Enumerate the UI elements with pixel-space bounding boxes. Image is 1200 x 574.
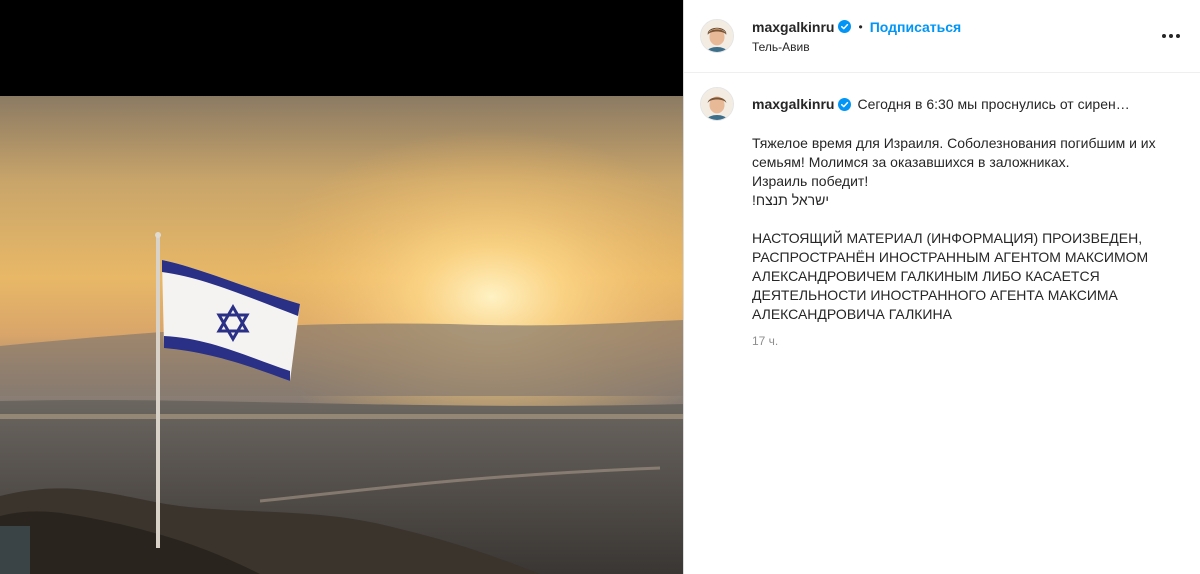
- caption-comment: maxgalkinru Сегодня в 6:30 мы проснулись…: [684, 73, 1200, 348]
- follow-button[interactable]: Подписаться: [870, 19, 962, 35]
- post-timestamp[interactable]: 17 ч.: [752, 334, 1162, 348]
- caption-intro: Сегодня в 6:30 мы проснулись от сирен…: [857, 96, 1130, 112]
- post-header: maxgalkinru • Подписаться Тель-Авив: [684, 0, 1200, 73]
- location-link[interactable]: Тель-Авив: [752, 40, 961, 54]
- verified-badge-icon: [838, 20, 852, 33]
- post-modal: maxgalkinru • Подписаться Тель-Авив maxg…: [0, 0, 1200, 574]
- avatar[interactable]: [700, 19, 734, 53]
- more-options-icon[interactable]: [1160, 26, 1182, 46]
- israel-flag-sunset-photo: [0, 96, 683, 574]
- caption-username-link[interactable]: maxgalkinru: [752, 96, 834, 112]
- caption-text: Тяжелое время для Израиля. Соболезновани…: [752, 135, 1156, 322]
- post-media[interactable]: [0, 0, 683, 574]
- username-link[interactable]: maxgalkinru: [752, 19, 834, 35]
- post-details-panel: maxgalkinru • Подписаться Тель-Авив maxg…: [683, 0, 1200, 574]
- separator-dot: •: [858, 19, 863, 34]
- verified-badge-icon: [838, 97, 852, 111]
- caption-avatar[interactable]: [700, 87, 734, 121]
